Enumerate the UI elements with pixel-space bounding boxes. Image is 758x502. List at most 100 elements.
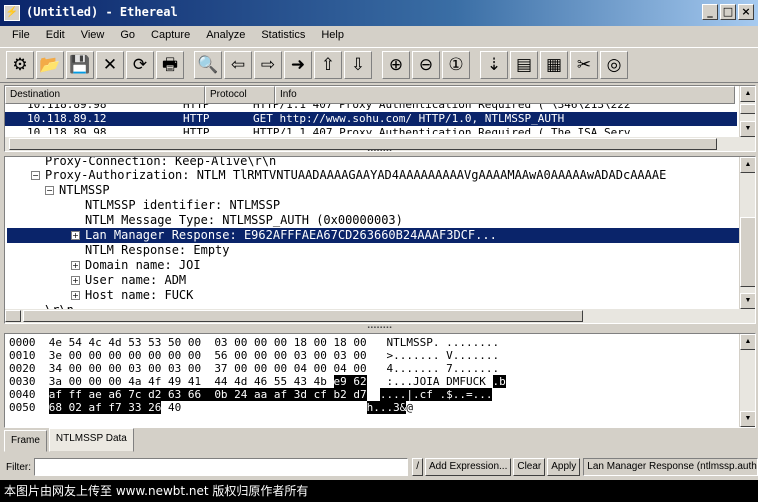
details-hscroll[interactable] <box>5 309 741 323</box>
toolbar-separator <box>186 51 194 79</box>
scroll-left-icon[interactable] <box>5 310 21 322</box>
minimize-button[interactable]: _ <box>702 4 718 20</box>
maximize-button[interactable]: □ <box>720 4 736 20</box>
find-packet-icon[interactable]: 🔍 <box>194 51 222 79</box>
filter-label: Filter: <box>6 461 31 473</box>
hex-row[interactable]: 0020 34 00 00 00 03 00 03 00 37 00 00 00… <box>9 362 499 375</box>
packet-list-vscroll[interactable]: ▲ ▼ <box>739 86 755 151</box>
window-controls: _ □ × <box>702 4 754 20</box>
scroll-thumb[interactable] <box>740 217 755 287</box>
apply-button[interactable]: Apply <box>547 458 581 476</box>
app-icon: ⚡ <box>4 5 20 21</box>
clear-button[interactable]: Clear <box>513 458 546 476</box>
menu-file[interactable]: File <box>4 26 38 46</box>
bytes-vscroll[interactable]: ▲ ▼ <box>739 334 755 427</box>
menu-capture[interactable]: Capture <box>143 26 198 46</box>
scroll-down-icon[interactable]: ▼ <box>740 121 755 137</box>
hex-row[interactable]: 0010 3e 00 00 00 00 00 00 00 56 00 00 00… <box>9 349 499 362</box>
packet-rows: 10.118.89.98 HTTP HTTP/1.1 407 Proxy Aut… <box>5 104 737 134</box>
toolbar-separator <box>374 51 382 79</box>
close-file-icon[interactable]: ✕ <box>96 51 124 79</box>
menu-statistics[interactable]: Statistics <box>253 26 313 46</box>
expand-icon[interactable]: + <box>71 291 80 300</box>
preferences-icon[interactable]: ✂ <box>570 51 598 79</box>
go-forward-icon[interactable]: ⇨ <box>254 51 282 79</box>
menu-edit[interactable]: Edit <box>38 26 73 46</box>
zoom-out-icon[interactable]: ⊖ <box>412 51 440 79</box>
tree-item[interactable]: NTLMSSP identifier: NTLMSSP <box>85 198 280 213</box>
tab-ntlmssp-data[interactable]: NTLMSSP Data <box>48 428 134 452</box>
expand-icon[interactable]: + <box>71 231 80 240</box>
table-row-selected[interactable]: 10.118.89.12 HTTP GET http://www.sohu.co… <box>5 112 737 126</box>
close-button[interactable]: × <box>738 4 754 20</box>
toolbar-separator <box>472 51 480 79</box>
tree-item[interactable]: NTLM Response: Empty <box>85 243 230 258</box>
scroll-up-icon[interactable]: ▲ <box>740 157 755 173</box>
main-toolbar: ⚙ 📂 💾 ✕ ⟳ 🖶 🔍 ⇦ ⇨ ➜ ⇧ ⇩ ⊕ ⊖ ① ⇣ ▤ ▦ ✂ ◎ <box>0 47 758 83</box>
scroll-up-icon[interactable]: ▲ <box>740 334 755 350</box>
zoom-in-icon[interactable]: ⊕ <box>382 51 410 79</box>
hex-row[interactable]: 0040 af ff ae a6 7c d2 63 66 0b 24 aa af… <box>9 388 493 401</box>
menu-analyze[interactable]: Analyze <box>198 26 253 46</box>
collapse-icon[interactable]: − <box>45 186 54 195</box>
menu-help[interactable]: Help <box>313 26 352 46</box>
capture-options-icon[interactable]: ⚙ <box>6 51 34 79</box>
watermark-text: 本图片由网友上传至 www.newbt.net 版权归原作者所有 <box>0 480 758 502</box>
column-protocol[interactable]: Protocol <box>205 86 275 104</box>
reload-icon[interactable]: ⟳ <box>126 51 154 79</box>
open-file-icon[interactable]: 📂 <box>36 51 64 79</box>
coloring-rules-icon[interactable]: ▦ <box>540 51 568 79</box>
tree-item[interactable]: NTLM Message Type: NTLMSSP_AUTH (0x00000… <box>85 213 403 228</box>
bytes-tabs: Frame NTLMSSP Data <box>4 428 136 452</box>
column-info[interactable]: Info <box>275 86 735 104</box>
scroll-up-icon[interactable]: ▲ <box>740 86 755 102</box>
menu-bar: File Edit View Go Capture Analyze Statis… <box>0 26 758 46</box>
packet-list[interactable]: Destination Protocol Info 10.118.89.98 H… <box>4 85 756 152</box>
help-icon[interactable]: ◎ <box>600 51 628 79</box>
menu-view[interactable]: View <box>73 26 113 46</box>
zoom-normal-icon[interactable]: ① <box>442 51 470 79</box>
go-last-icon[interactable]: ⇩ <box>344 51 372 79</box>
expand-icon[interactable]: + <box>71 276 80 285</box>
table-row[interactable]: 10.118.89.98 HTTP HTTP/1.1 407 Proxy Aut… <box>5 126 737 134</box>
table-row[interactable]: 10.118.89.98 HTTP HTTP/1.1 407 Proxy Aut… <box>5 104 737 112</box>
pane-splitter[interactable]: ▪▪▪▪▪▪▪▪ <box>4 325 756 332</box>
tree-item[interactable]: + Domain name: JOI <box>71 258 201 273</box>
filter-input[interactable] <box>34 458 409 476</box>
add-expression-button[interactable]: Add Expression... <box>424 458 512 476</box>
collapse-icon[interactable]: − <box>31 171 40 180</box>
filter-bar: Filter: / Add Expression... Clear Apply … <box>0 456 758 478</box>
packet-bytes[interactable]: 0000 4e 54 4c 4d 53 53 50 00 03 00 00 00… <box>4 333 756 428</box>
display-filters-icon[interactable]: ▤ <box>510 51 538 79</box>
details-vscroll[interactable]: ▲ ▼ <box>739 157 755 323</box>
hex-row[interactable]: 0030 3a 00 00 00 4a 4f 49 41 44 4d 46 55… <box>9 375 506 388</box>
scroll-thumb[interactable] <box>23 310 583 322</box>
column-destination[interactable]: Destination <box>5 86 205 104</box>
tree-item-selected[interactable]: + Lan Manager Response: E962AFFFAEA67CD26… <box>7 228 739 243</box>
status-bar: Lan Manager Response (ntlmssp.auth.lmr <box>583 458 758 476</box>
hex-row[interactable]: 0000 4e 54 4c 4d 53 53 50 00 03 00 00 00… <box>9 336 499 349</box>
title-bar[interactable]: ⚡ (Untitled) - Ethereal _ □ × <box>0 0 758 26</box>
pane-splitter[interactable]: ▪▪▪▪▪▪▪▪ <box>4 148 756 155</box>
print-icon[interactable]: 🖶 <box>156 51 184 79</box>
go-to-packet-icon[interactable]: ➜ <box>284 51 312 79</box>
tree-item[interactable]: − NTLMSSP <box>45 183 110 198</box>
packet-details[interactable]: Proxy-Connection: Keep-Alive\r\n − Proxy-… <box>4 156 756 324</box>
tab-frame[interactable]: Frame <box>4 430 47 452</box>
capture-filters-icon[interactable]: ⇣ <box>480 51 508 79</box>
hex-row[interactable]: 0050 68 02 af f7 33 26 40 h...3&@ <box>9 401 413 414</box>
go-back-icon[interactable]: ⇦ <box>224 51 252 79</box>
scroll-thumb[interactable] <box>740 104 755 114</box>
window-title: (Untitled) - Ethereal <box>26 5 178 19</box>
save-icon[interactable]: 💾 <box>66 51 94 79</box>
scroll-down-icon[interactable]: ▼ <box>740 293 755 309</box>
tree-item[interactable]: − Proxy-Authorization: NTLM TlRMTVNTUAADA… <box>31 168 666 183</box>
menu-go[interactable]: Go <box>112 26 143 46</box>
expand-icon[interactable]: + <box>71 261 80 270</box>
filter-edit-icon[interactable]: / <box>412 458 423 476</box>
go-first-icon[interactable]: ⇧ <box>314 51 342 79</box>
tree-item[interactable]: + Host name: FUCK <box>71 288 193 303</box>
packet-list-header: Destination Protocol Info <box>5 86 735 104</box>
tree-item[interactable]: + User name: ADM <box>71 273 186 288</box>
scroll-down-icon[interactable]: ▼ <box>740 411 755 427</box>
